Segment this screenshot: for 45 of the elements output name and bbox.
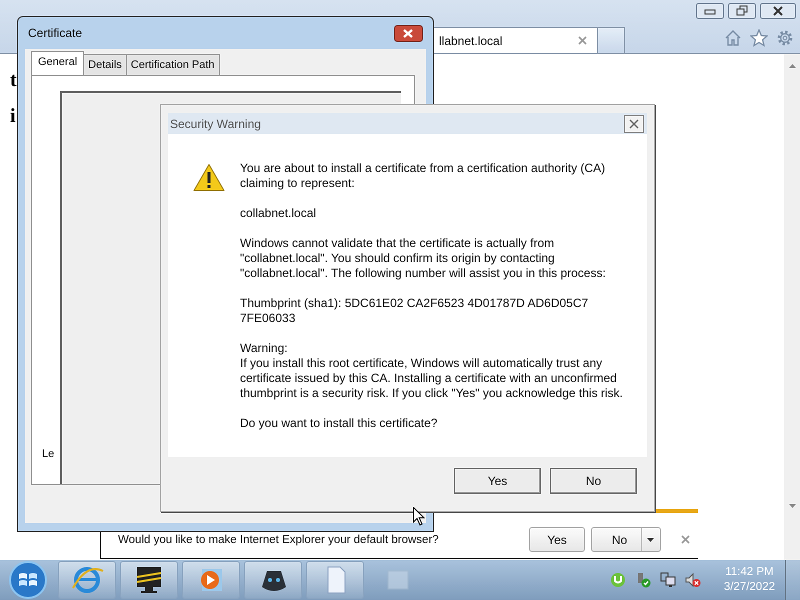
- panel-text: Le: [42, 448, 54, 462]
- message-text: Windows cannot validate that the certificate is actually from "collabnet.local". You should confirm its origin by contacting "collabnet.local". The following number will assist you in this process:: [240, 236, 607, 281]
- window-title: Security Warning: [170, 116, 261, 130]
- show-desktop-button[interactable]: [785, 560, 800, 600]
- close-icon[interactable]: [681, 535, 690, 544]
- network-icon[interactable]: [660, 572, 676, 588]
- page-text: i: [10, 106, 17, 126]
- tab[interactable]: Details: [83, 54, 127, 75]
- caret-icon[interactable]: [647, 538, 654, 542]
- message-text: collabnet.local: [240, 206, 318, 221]
- close-button[interactable]: [394, 24, 423, 42]
- page-text: t: [10, 70, 18, 90]
- tab[interactable]: Certification Path: [126, 54, 220, 75]
- message-text: Thumbprint (sha1): 5DC61E02 CA2F6523 4D01787D AD6D05C7 7FE06033: [240, 296, 590, 326]
- muted-speaker-icon[interactable]: [684, 572, 701, 588]
- tab[interactable]: General: [31, 51, 84, 75]
- scroll-up-icon[interactable]: [788, 64, 796, 68]
- scroll-down-icon[interactable]: [788, 504, 796, 508]
- warning-icon: [193, 163, 225, 192]
- mouse-pointer-icon: [413, 507, 425, 526]
- tab-title: llabnet.local: [439, 34, 502, 48]
- new-tab-button[interactable]: [598, 27, 625, 53]
- close-button[interactable]: [760, 3, 796, 19]
- no-button[interactable]: No: [591, 527, 661, 552]
- close-button[interactable]: [624, 114, 644, 132]
- home-icon[interactable]: [724, 29, 742, 47]
- window-title: Certificate: [28, 26, 82, 40]
- notification-text: Would you like to make Internet Explorer your default browser?: [118, 534, 439, 546]
- close-icon[interactable]: [578, 36, 587, 45]
- message-text: Do you want to install this certificate?: [240, 416, 438, 431]
- message-text: You are about to install a certificate from a certification authority (CA) claiming to represent:: [240, 161, 606, 191]
- scrollbar[interactable]: [784, 54, 800, 560]
- minimize-button[interactable]: [696, 3, 724, 19]
- yes-button[interactable]: Yes: [454, 468, 541, 494]
- restore-button[interactable]: [728, 3, 756, 19]
- star-icon[interactable]: [750, 29, 768, 47]
- yes-button[interactable]: Yes: [529, 527, 585, 552]
- settings-icon[interactable]: [776, 29, 794, 47]
- message-text: If you install this root certificate, Windows will automatically trust any certificate issued by this CA. Installing a certificate with an unconfirmed thumbprint is a security risk. If you click "Yes" you acknowledge this risk.: [240, 356, 624, 401]
- start-button[interactable]: [8, 560, 48, 600]
- torrent-icon[interactable]: [610, 572, 626, 588]
- no-button[interactable]: No: [550, 468, 637, 494]
- clock-date: 3/27/2022: [724, 580, 775, 595]
- warning-heading: Warning:: [240, 341, 289, 356]
- clock-time: 11:42 PM: [724, 565, 775, 580]
